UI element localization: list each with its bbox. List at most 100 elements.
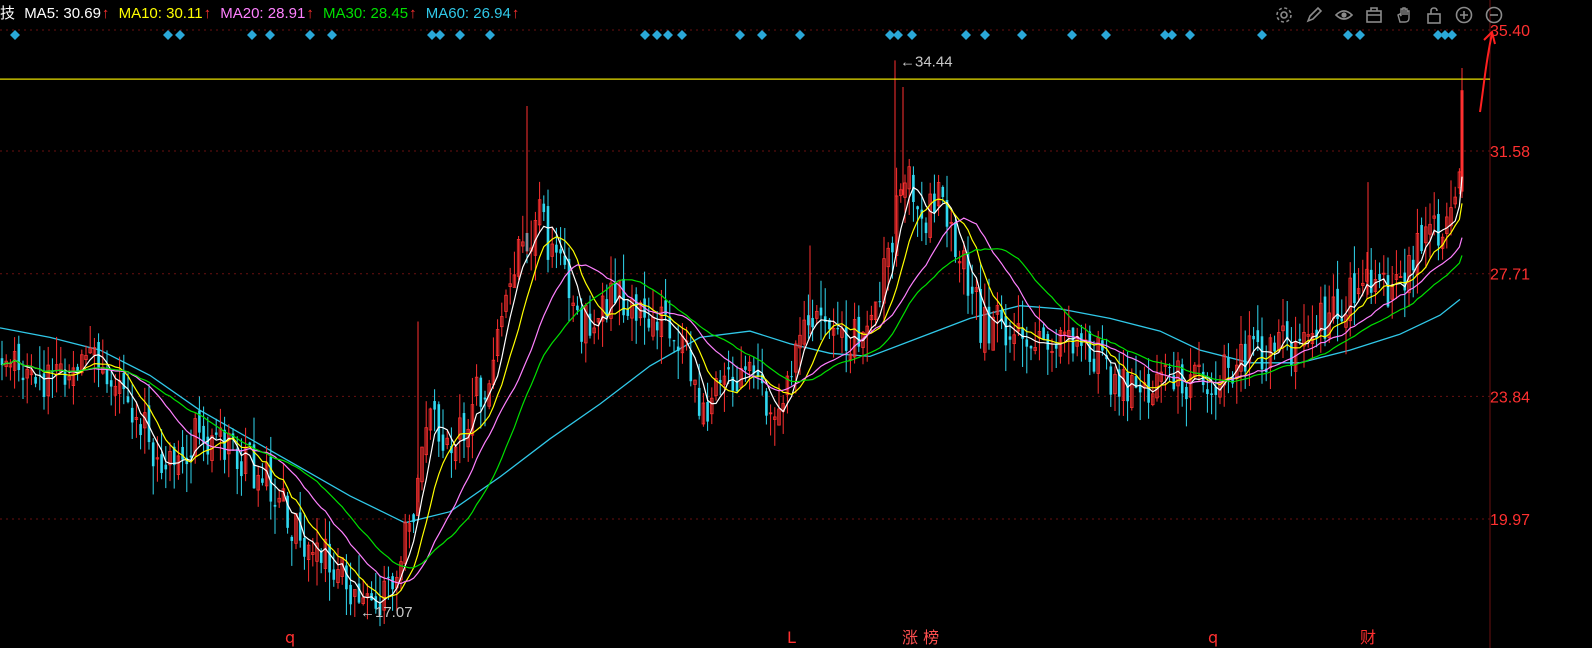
lock-icon[interactable]: [1422, 4, 1446, 26]
candle-body[interactable]: [181, 446, 184, 460]
candle-body[interactable]: [1109, 366, 1113, 395]
last-candle-body[interactable]: [1460, 90, 1464, 192]
candle-body[interactable]: [1403, 272, 1407, 291]
candle-body[interactable]: [273, 504, 277, 507]
candle-body[interactable]: [63, 369, 67, 385]
candle-body[interactable]: [844, 327, 848, 351]
candle-body[interactable]: [1046, 334, 1050, 350]
candle-body[interactable]: [1378, 273, 1381, 280]
candle-body[interactable]: [954, 222, 957, 257]
candle-body[interactable]: [223, 429, 226, 460]
candle-body[interactable]: [1168, 367, 1171, 369]
candle-body[interactable]: [735, 381, 739, 392]
candle-body[interactable]: [655, 321, 659, 331]
eye-icon[interactable]: [1332, 4, 1356, 26]
candle-body[interactable]: [1420, 224, 1423, 252]
candle-body[interactable]: [1008, 336, 1012, 340]
candle-body[interactable]: [697, 387, 701, 416]
candle-body[interactable]: [1185, 386, 1188, 400]
candle-body[interactable]: [303, 537, 306, 557]
candle-body[interactable]: [1210, 393, 1213, 395]
candle-body[interactable]: [1071, 327, 1075, 354]
candle-body[interactable]: [811, 317, 814, 328]
candle-body[interactable]: [1004, 316, 1008, 346]
candle-body[interactable]: [676, 346, 680, 351]
candle-body[interactable]: [1290, 342, 1293, 366]
candle-body[interactable]: [483, 397, 487, 400]
candle-body[interactable]: [924, 222, 928, 234]
candle-body[interactable]: [1353, 273, 1356, 304]
toolbox-icon[interactable]: [1362, 4, 1386, 26]
candle-body[interactable]: [441, 434, 445, 451]
candle-body[interactable]: [647, 318, 651, 328]
kline-chart-svg[interactable]: 35.4031.5827.7123.8419.97 ←34.44←17.07 q…: [0, 0, 1592, 648]
candle-body[interactable]: [1256, 330, 1260, 343]
candle-body[interactable]: [160, 454, 163, 473]
candle-body[interactable]: [391, 576, 394, 590]
candle-body[interactable]: [542, 203, 546, 213]
candle-body[interactable]: [261, 478, 264, 483]
candle-body[interactable]: [933, 193, 936, 213]
candle-body[interactable]: [580, 307, 583, 342]
candle-body[interactable]: [1260, 336, 1264, 370]
candle-body[interactable]: [235, 448, 239, 469]
candle-body[interactable]: [290, 536, 294, 541]
hand-icon[interactable]: [1392, 4, 1416, 26]
candle-body[interactable]: [387, 576, 390, 578]
candle-body[interactable]: [546, 206, 550, 260]
candle-body[interactable]: [1273, 342, 1276, 352]
candle-body[interactable]: [916, 206, 919, 210]
candle-body[interactable]: [349, 584, 352, 605]
candle-body[interactable]: [706, 402, 709, 422]
candle-body[interactable]: [613, 282, 617, 304]
pen-icon[interactable]: [1302, 4, 1326, 26]
candle-body[interactable]: [689, 349, 693, 382]
candle-body[interactable]: [462, 413, 466, 442]
candle-body[interactable]: [1298, 338, 1302, 342]
candle-body[interactable]: [1042, 327, 1045, 340]
candle-body[interactable]: [1029, 345, 1033, 349]
candle-body[interactable]: [17, 343, 21, 371]
candle-body[interactable]: [1323, 296, 1327, 339]
candle-body[interactable]: [42, 373, 46, 398]
candle-body[interactable]: [1369, 269, 1373, 293]
candle-body[interactable]: [622, 278, 625, 316]
candle-body[interactable]: [819, 307, 823, 316]
candle-body[interactable]: [672, 340, 676, 342]
candle-body[interactable]: [1411, 259, 1415, 271]
candle-body[interactable]: [34, 377, 37, 384]
candle-body[interactable]: [559, 249, 562, 254]
candle-body[interactable]: [1340, 318, 1344, 322]
candle-body[interactable]: [891, 242, 894, 253]
zoom-out-icon[interactable]: [1482, 4, 1506, 26]
candle-body[interactable]: [109, 380, 113, 387]
candle-body[interactable]: [765, 391, 768, 416]
candle-body[interactable]: [164, 464, 168, 470]
candle-body[interactable]: [836, 327, 840, 330]
candle-body[interactable]: [1252, 335, 1255, 340]
candle-body[interactable]: [668, 316, 672, 339]
candle-body[interactable]: [433, 401, 436, 410]
candle-body[interactable]: [744, 366, 747, 370]
candle-body[interactable]: [130, 407, 134, 423]
candle-body[interactable]: [970, 286, 974, 294]
candle-body[interactable]: [214, 432, 218, 435]
candle-body[interactable]: [412, 514, 415, 523]
candle-body[interactable]: [941, 186, 945, 198]
candle-body[interactable]: [1025, 339, 1029, 347]
candle-body[interactable]: [151, 442, 155, 467]
gear-icon[interactable]: [1272, 4, 1296, 26]
candle-body[interactable]: [576, 305, 579, 311]
candle-body[interactable]: [1206, 389, 1209, 395]
candle-body[interactable]: [1092, 358, 1096, 372]
candle-body[interactable]: [21, 377, 25, 381]
zoom-in-icon[interactable]: [1452, 4, 1476, 26]
candle-body[interactable]: [479, 377, 483, 407]
candle-body[interactable]: [1386, 275, 1390, 307]
candle-body[interactable]: [126, 396, 130, 403]
kline-chart[interactable]: 35.40 31.58 27.71 23.84 19.97 ←34.44 ←17.07 q…: [0, 0, 1592, 648]
candle-body[interactable]: [555, 244, 558, 253]
candle-body[interactable]: [1227, 357, 1230, 368]
candle-body[interactable]: [807, 315, 810, 326]
candle-body[interactable]: [1437, 213, 1440, 246]
